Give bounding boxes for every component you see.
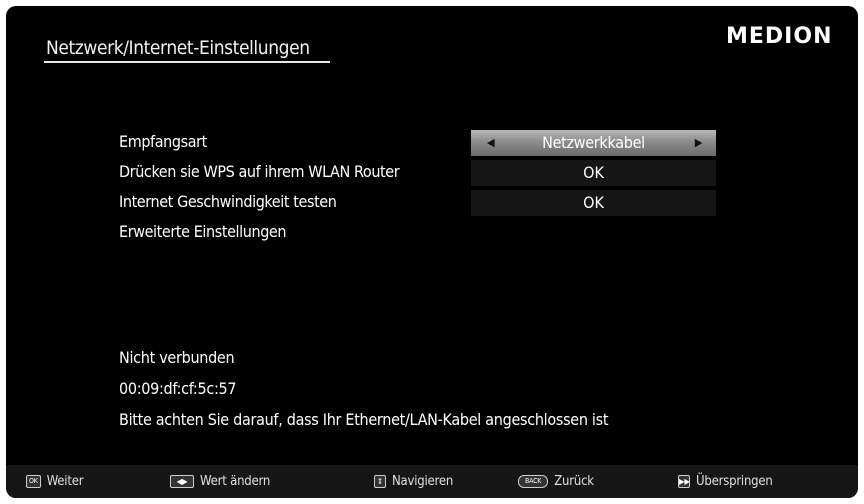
hint-zurueck[interactable]: BACK Zurück xyxy=(518,465,594,498)
back-key-icon: BACK xyxy=(518,475,549,488)
ok-key-icon: OK xyxy=(26,475,41,488)
hint-ueberspringen[interactable]: ▶▶ Überspringen xyxy=(678,465,773,498)
hint-weiter[interactable]: OK Weiter xyxy=(26,465,84,498)
advanced-settings-item[interactable]: Erweiterte Einstellungen xyxy=(119,222,287,241)
tv-screen: Netzwerk/Internet-Einstellungen MEDION E… xyxy=(6,6,858,498)
title-underline xyxy=(44,61,330,63)
speed-test-ok-button[interactable]: OK xyxy=(471,190,716,216)
footer-bar: OK Weiter ◀▶ Wert ändern ⇕ Navigieren BA… xyxy=(6,465,858,498)
left-right-arrows-icon: ◀▶ xyxy=(170,475,194,488)
wps-ok-button[interactable]: OK xyxy=(471,160,716,186)
hint-wert-aendern[interactable]: ◀▶ Wert ändern xyxy=(170,465,270,498)
empfangsart-selector[interactable]: ◀ Netzwerkkabel ▶ xyxy=(471,130,716,156)
empfangsart-value: Netzwerkkabel xyxy=(542,133,645,152)
brand-logo: MEDION xyxy=(726,24,833,49)
hint-navigieren-label: Navigieren xyxy=(392,474,454,489)
connection-status: Nicht verbunden xyxy=(119,348,235,367)
hint-navigieren[interactable]: ⇕ Navigieren xyxy=(374,465,453,498)
up-down-arrows-icon: ⇕ xyxy=(374,475,386,488)
hint-weiter-label: Weiter xyxy=(46,474,84,489)
empfangsart-label[interactable]: Empfangsart xyxy=(119,132,207,151)
hint-wert-aendern-label: Wert ändern xyxy=(200,474,271,489)
arrow-left-icon[interactable]: ◀ xyxy=(487,130,495,156)
page-title: Netzwerk/Internet-Einstellungen xyxy=(46,37,310,59)
hint-zurueck-label: Zurück xyxy=(554,474,594,489)
arrow-right-icon[interactable]: ▶ xyxy=(695,130,703,156)
mac-address: 00:09:df:cf:5c:57 xyxy=(119,379,237,398)
speed-test-label[interactable]: Internet Geschwindigkeit testen xyxy=(119,192,337,211)
cable-hint: Bitte achten Sie darauf, dass Ihr Ethern… xyxy=(119,410,609,429)
fast-forward-icon: ▶▶ xyxy=(678,475,690,488)
hint-ueberspringen-label: Überspringen xyxy=(696,474,773,489)
wps-label[interactable]: Drücken sie WPS auf ihrem WLAN Router xyxy=(119,162,400,181)
